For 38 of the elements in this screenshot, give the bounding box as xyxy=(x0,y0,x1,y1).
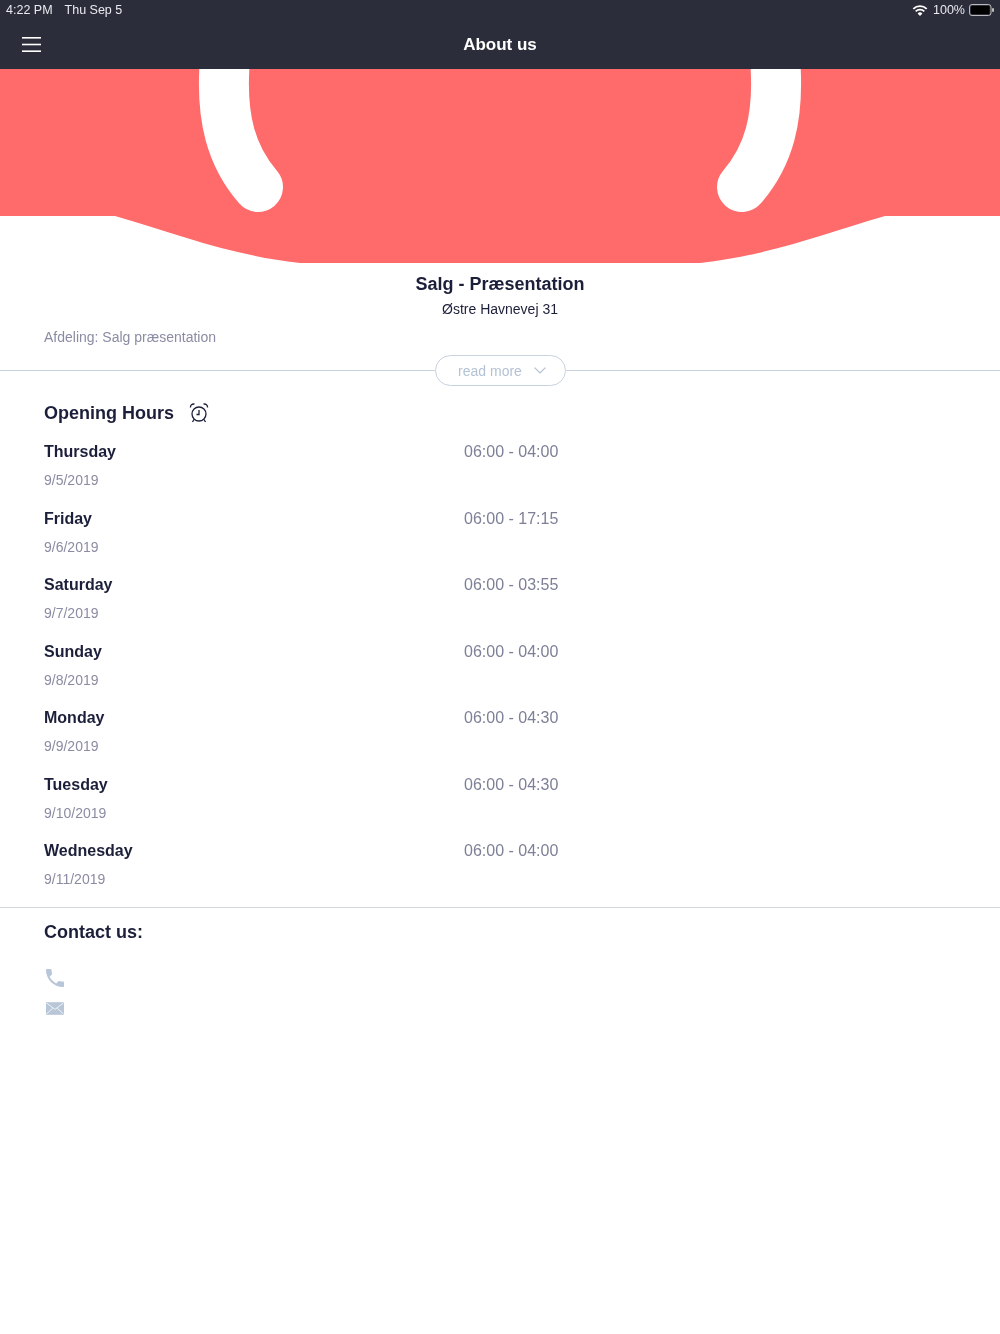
section-heading: Opening Hours xyxy=(44,402,174,424)
alarm-clock-icon xyxy=(189,403,209,423)
day-name: Wednesday xyxy=(44,841,133,861)
section-heading: Contact us: xyxy=(44,921,143,943)
day-date: 9/9/2019 xyxy=(44,737,99,755)
day-name: Tuesday xyxy=(44,774,108,795)
day-name: Sunday xyxy=(44,641,102,662)
department-description: Afdeling: Salg præsentation xyxy=(44,328,216,346)
read-more-button[interactable]: read more xyxy=(434,355,566,386)
menu-icon xyxy=(22,37,41,52)
opening-hours-time: 06:00 - 04:30 xyxy=(464,708,559,728)
opening-hours-time: 06:00 - 04:00 xyxy=(464,442,559,462)
department-title: Salg - Præsentation xyxy=(415,273,585,295)
day-date: 9/8/2019 xyxy=(44,670,99,689)
envelope-icon[interactable] xyxy=(46,1002,64,1015)
wifi-icon xyxy=(912,4,928,16)
opening-hours-time: 06:00 - 04:00 xyxy=(464,841,559,861)
opening-hours-time: 06:00 - 04:00 xyxy=(464,641,559,662)
day-date: 9/7/2019 xyxy=(44,604,99,622)
opening-hours-time: 06:00 - 04:30 xyxy=(464,774,559,795)
status-date: Thu Sep 5 xyxy=(64,3,123,17)
phone-icon[interactable] xyxy=(46,969,64,987)
battery-icon xyxy=(969,4,994,16)
opening-hours-time: 06:00 - 17:15 xyxy=(464,508,559,529)
day-date: 9/5/2019 xyxy=(44,471,99,489)
day-date: 9/11/2019 xyxy=(44,870,106,888)
day-date: 9/10/2019 xyxy=(44,803,107,822)
battery-percent: 100% xyxy=(933,3,965,17)
opening-hours-time: 06:00 - 03:55 xyxy=(464,575,559,595)
menu-button[interactable] xyxy=(22,37,41,52)
department-address: Østre Havnevej 31 xyxy=(442,300,558,318)
day-date: 9/6/2019 xyxy=(44,537,99,556)
day-name: Thursday xyxy=(44,442,116,462)
nav-title: About us xyxy=(463,34,537,55)
status-time: 4:22 PM xyxy=(6,3,53,17)
day-name: Friday xyxy=(44,508,92,529)
day-name: Saturday xyxy=(44,575,113,595)
day-name: Monday xyxy=(44,708,105,728)
